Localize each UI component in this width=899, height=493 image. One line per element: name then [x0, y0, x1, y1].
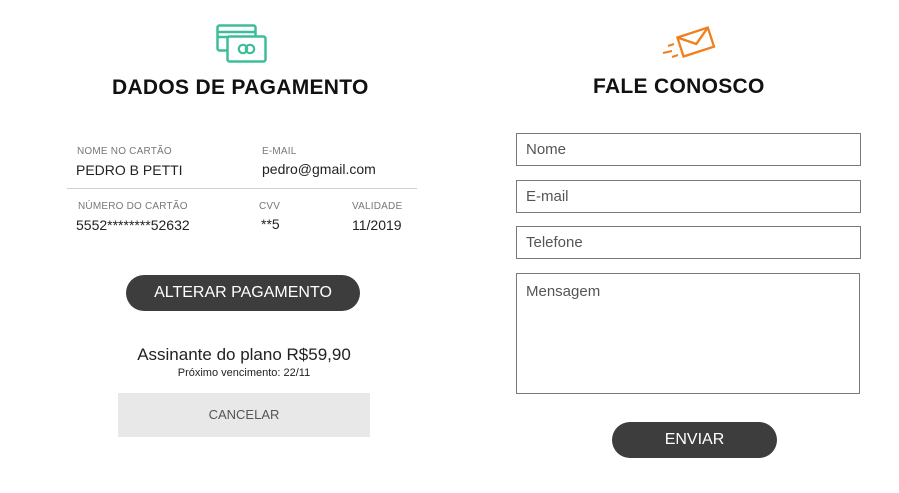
- envelope-icon: [660, 26, 716, 60]
- card-number-value: 5552********52632: [76, 217, 190, 233]
- divider: [67, 188, 417, 189]
- cvv-label: CVV: [259, 201, 281, 212]
- name-input[interactable]: Nome: [516, 133, 861, 166]
- cancel-button[interactable]: CANCELAR: [118, 393, 370, 437]
- expiry-value: 11/2019: [352, 217, 402, 233]
- contact-title: FALE CONOSCO: [593, 75, 765, 98]
- message-placeholder: Mensagem: [526, 283, 601, 300]
- email-label: E-MAIL: [262, 146, 297, 157]
- expiry-label: VALIDADE: [352, 201, 403, 212]
- message-textarea[interactable]: Mensagem: [516, 273, 860, 394]
- card-name-value: PEDRO B PETTI: [76, 162, 183, 178]
- credit-card-icon: [216, 24, 268, 64]
- change-payment-button[interactable]: ALTERAR PAGAMENTO: [126, 275, 360, 311]
- plan-text: Assinante do plano R$59,90: [137, 345, 351, 364]
- card-number-label: NÚMERO DO CARTÃO: [78, 201, 188, 212]
- next-due-text: Próximo vencimento: 22/11: [177, 367, 311, 379]
- phone-input[interactable]: Telefone: [516, 226, 861, 259]
- email-value: pedro@gmail.com: [262, 161, 376, 177]
- phone-placeholder: Telefone: [526, 234, 583, 251]
- name-placeholder: Nome: [526, 141, 567, 158]
- payment-title: DADOS DE PAGAMENTO: [112, 76, 369, 99]
- card-name-label: NOME NO CARTÃO: [77, 146, 172, 157]
- send-button[interactable]: ENVIAR: [612, 422, 777, 458]
- cvv-value: **5: [261, 216, 280, 232]
- email-placeholder: E-mail: [526, 188, 569, 205]
- email-input[interactable]: E-mail: [516, 180, 861, 213]
